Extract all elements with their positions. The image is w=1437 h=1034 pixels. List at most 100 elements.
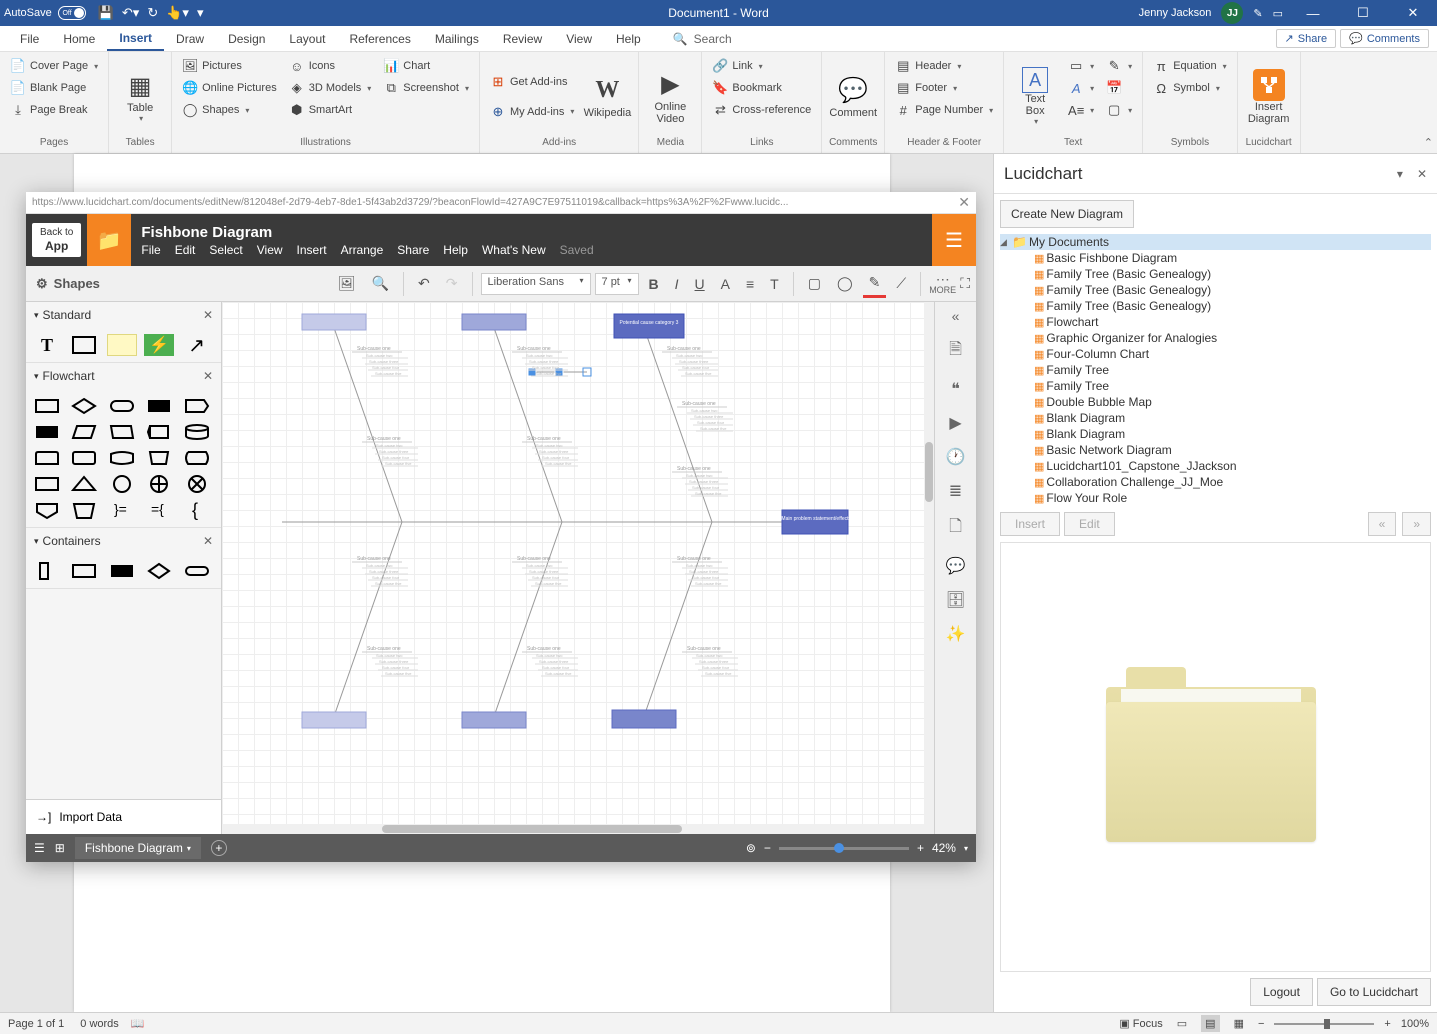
- blank-page-button[interactable]: 📄Blank Page: [6, 78, 102, 98]
- shape-container-3[interactable]: [107, 560, 137, 582]
- edit-button[interactable]: Edit: [1064, 512, 1115, 536]
- horizontal-scrollbar[interactable]: [222, 824, 934, 834]
- documents-button[interactable]: 📁: [87, 214, 131, 266]
- flowchart-shape-11[interactable]: [69, 447, 99, 469]
- layers-icon[interactable]: ≣: [949, 481, 962, 501]
- my-addins-button[interactable]: ⊕My Add-ins▾: [486, 102, 578, 122]
- collapse-sidebar-icon[interactable]: «: [952, 308, 960, 324]
- undo-button[interactable]: ↶: [412, 271, 436, 296]
- table-button[interactable]: ▦Table▾: [115, 56, 165, 137]
- tree-item[interactable]: ▦Family Tree: [1000, 378, 1431, 394]
- close-section-icon[interactable]: ✕: [203, 369, 213, 383]
- tab-insert[interactable]: Insert: [107, 26, 164, 51]
- font-size-selector[interactable]: 7 pt ▾: [595, 273, 639, 295]
- equation-button[interactable]: πEquation▾: [1149, 56, 1230, 76]
- save-icon[interactable]: 💾: [98, 5, 114, 21]
- fill-button[interactable]: ▢: [802, 271, 827, 296]
- diagram-name[interactable]: Fishbone Diagram: [141, 224, 593, 241]
- italic-button[interactable]: I: [669, 272, 685, 296]
- goto-lucidchart-button[interactable]: Go to Lucidchart: [1317, 978, 1431, 1006]
- zoom-dropdown-icon[interactable]: ▾: [964, 844, 968, 853]
- menu-select[interactable]: Select: [209, 243, 242, 257]
- import-data-button[interactable]: →] Import Data: [26, 799, 221, 834]
- link-button[interactable]: 🔗Link▾: [708, 56, 815, 76]
- history-icon[interactable]: 🕐: [946, 447, 966, 467]
- list-view-icon[interactable]: ☰: [34, 841, 45, 855]
- toggle-switch[interactable]: Off: [58, 6, 86, 20]
- redo-button[interactable]: ↷: [440, 271, 464, 296]
- minimize-button[interactable]: —: [1293, 6, 1333, 21]
- pane-close-icon[interactable]: ✕: [1417, 167, 1427, 181]
- header-button[interactable]: ▤Header▾: [891, 56, 997, 76]
- online-video-button[interactable]: ▶Online Video: [645, 56, 695, 137]
- print-layout-icon[interactable]: ▤: [1201, 1015, 1219, 1032]
- flowchart-shape-22[interactable]: }=: [107, 499, 137, 521]
- signature-button[interactable]: ✎▾: [1102, 56, 1136, 76]
- spell-check-icon[interactable]: 📖: [131, 1017, 145, 1030]
- menu-view[interactable]: View: [257, 243, 283, 257]
- vertical-scrollbar[interactable]: [924, 302, 934, 834]
- underline-button[interactable]: U: [689, 272, 711, 296]
- tree-item[interactable]: ▦Blank Diagram: [1000, 410, 1431, 426]
- flowchart-shape-13[interactable]: [144, 447, 174, 469]
- tree-item[interactable]: ▦Basic Fishbone Diagram: [1000, 250, 1431, 266]
- flowchart-shape-3[interactable]: [144, 395, 174, 417]
- border-button[interactable]: ◯: [831, 271, 859, 296]
- shape-block[interactable]: [69, 334, 99, 356]
- flowchart-shape-12[interactable]: [107, 447, 137, 469]
- read-mode-icon[interactable]: ▭: [1173, 1015, 1191, 1032]
- hamburger-menu[interactable]: ☰: [932, 214, 976, 266]
- object-button[interactable]: ▢▾: [1102, 100, 1136, 120]
- shape-container-2[interactable]: [69, 560, 99, 582]
- flowchart-shape-7[interactable]: [107, 421, 137, 443]
- tab-help[interactable]: Help: [604, 26, 653, 51]
- flowchart-shape-14[interactable]: [182, 447, 212, 469]
- ribbon-display-icon[interactable]: ▭: [1273, 7, 1283, 20]
- add-page-icon[interactable]: +: [211, 840, 227, 856]
- zoom-out-button[interactable]: −: [1258, 1018, 1264, 1030]
- screenshot-button[interactable]: ⧉Screenshot▾: [379, 78, 473, 98]
- symbol-button[interactable]: ΩSymbol▾: [1149, 78, 1230, 98]
- tree-item[interactable]: ▦Lucidchart101_Capstone_JJackson: [1000, 458, 1431, 474]
- page-number-button[interactable]: #Page Number▾: [891, 100, 997, 120]
- section-header-flowchart[interactable]: ▾Flowchart✕: [26, 363, 221, 389]
- flowchart-shape-21[interactable]: [69, 499, 99, 521]
- menu-share[interactable]: Share: [397, 243, 429, 257]
- shape-container-4[interactable]: [144, 560, 174, 582]
- shape-text[interactable]: T: [32, 334, 62, 356]
- magic-icon[interactable]: ✨: [946, 624, 966, 644]
- bookmark-button[interactable]: 🔖Bookmark: [708, 78, 815, 98]
- zoom-level[interactable]: 42%: [932, 841, 956, 855]
- tab-file[interactable]: File: [8, 26, 51, 51]
- date-time-button[interactable]: 📅: [1102, 78, 1136, 98]
- editor-close-icon[interactable]: ✕: [958, 194, 970, 211]
- focus-mode[interactable]: ▣ Focus: [1119, 1017, 1162, 1030]
- shapes-panel-toggle[interactable]: ⚙Shapes: [32, 272, 104, 296]
- chart-button[interactable]: 📊Chart: [379, 56, 473, 76]
- flowchart-shape-17[interactable]: [107, 473, 137, 495]
- image-icon[interactable]: 🖼: [332, 271, 362, 296]
- search-box[interactable]: 🔍 Search: [673, 32, 732, 46]
- flowchart-shape-18[interactable]: [144, 473, 174, 495]
- tab-design[interactable]: Design: [216, 26, 277, 51]
- comment-icon[interactable]: ❝: [951, 379, 960, 399]
- zoom-in-button[interactable]: +: [1384, 1018, 1390, 1030]
- drop-cap-button[interactable]: A≡▾: [1064, 100, 1098, 120]
- tree-item[interactable]: ▦Four-Column Chart: [1000, 346, 1431, 362]
- flowchart-shape-4[interactable]: [182, 395, 212, 417]
- next-button[interactable]: »: [1402, 512, 1431, 536]
- flowchart-shape-10[interactable]: [32, 447, 62, 469]
- user-avatar[interactable]: JJ: [1221, 2, 1243, 24]
- insert-button[interactable]: Insert: [1000, 512, 1060, 536]
- flowchart-shape-16[interactable]: [69, 473, 99, 495]
- section-header-containers[interactable]: ▾Containers✕: [26, 528, 221, 554]
- cross-reference-button[interactable]: ⇄Cross-reference: [708, 100, 815, 120]
- page-icon[interactable]: 🗎: [949, 338, 962, 365]
- quick-parts-button[interactable]: ▭▾: [1064, 56, 1098, 76]
- tab-draw[interactable]: Draw: [164, 26, 216, 51]
- wikipedia-button[interactable]: WWikipedia: [582, 56, 632, 137]
- shape-container-1[interactable]: [32, 560, 62, 582]
- shape-note[interactable]: [107, 334, 137, 356]
- shape-hotspot[interactable]: ⚡: [144, 334, 174, 356]
- menu-help[interactable]: Help: [443, 243, 468, 257]
